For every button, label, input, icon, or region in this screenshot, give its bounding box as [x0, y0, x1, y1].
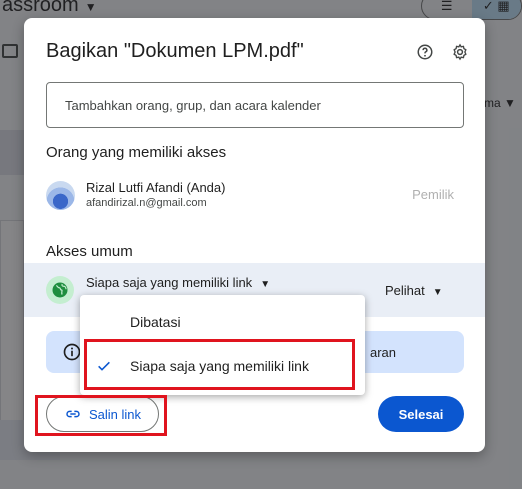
done-button[interactable]: Selesai	[378, 396, 464, 432]
menu-item-restricted[interactable]: Dibatasi	[80, 301, 365, 343]
person-row: Rizal Lutfi Afandi (Anda) afandirizal.n@…	[46, 178, 464, 214]
menu-item-label: Siapa saja yang memiliki link	[130, 358, 309, 374]
help-icon[interactable]	[413, 40, 437, 64]
info-text: aran	[370, 345, 397, 360]
person-email: afandirizal.n@gmail.com	[86, 197, 207, 209]
info-icon	[62, 342, 82, 362]
dialog-title: Bagikan "Dokumen LPM.pdf"	[46, 40, 304, 62]
menu-item-label: Dibatasi	[130, 314, 181, 330]
link-icon	[66, 410, 80, 418]
copy-link-button[interactable]: Salin link	[46, 396, 159, 432]
general-access-select[interactable]: Siapa saja yang memiliki link ▼	[86, 275, 270, 290]
globe-icon	[46, 276, 74, 304]
add-people-placeholder: Tambahkan orang, grup, dan acara kalende…	[65, 97, 321, 113]
caret-down-icon: ▼	[432, 287, 443, 298]
avatar	[46, 181, 75, 210]
role-select[interactable]: Pelihat ▼	[385, 283, 443, 298]
add-people-input[interactable]: Tambahkan orang, grup, dan acara kalende…	[46, 82, 464, 128]
gear-icon[interactable]	[448, 40, 472, 64]
people-with-access-heading: Orang yang memiliki akses	[46, 144, 227, 161]
general-access-heading: Akses umum	[46, 243, 133, 260]
caret-down-icon: ▼	[260, 279, 271, 290]
check-icon	[98, 361, 110, 371]
menu-item-anyone-with-link[interactable]: Siapa saja yang memiliki link	[80, 345, 365, 387]
person-name: Rizal Lutfi Afandi (Anda)	[86, 180, 226, 195]
general-access-menu: Dibatasi Siapa saja yang memiliki link	[80, 295, 365, 395]
copy-link-label: Salin link	[89, 406, 142, 422]
person-role: Pemilik	[412, 187, 454, 202]
